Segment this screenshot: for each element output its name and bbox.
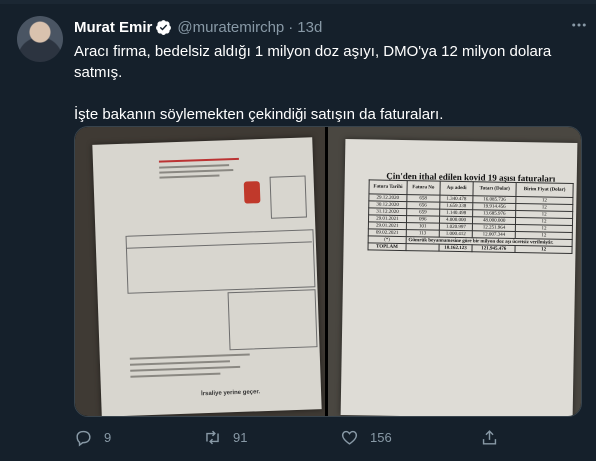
separator-dot: · [288,18,294,36]
invoice-photo-left[interactable]: İrsaliye yerine geçer. [75,127,325,416]
column-header: Birim Fiyat (Dolar) [516,182,574,198]
table-cell: 10.162.123 [438,244,473,252]
tweet-text: Aracı firma, bedelsiz aldığı 1 milyon do… [74,41,584,125]
tweet-actions: 9 91 156 [74,425,584,449]
author-handle[interactable]: @muratemirchp [177,19,284,36]
text-line [130,365,241,372]
reply-button[interactable]: 9 [74,425,111,449]
tweet-card[interactable]: Murat Emir @muratemirchp · 13d Aracı fir… [0,4,596,461]
company-logo [243,181,261,204]
table-cell: TOPLAM [367,242,406,251]
like-count: 156 [370,429,392,445]
avatar[interactable] [17,16,63,62]
reply-icon [76,430,91,446]
retweet-icon [206,430,219,444]
author-name[interactable]: Murat Emir [74,19,152,36]
tweet-text-line: İşte bakanın söylemekten çekindiği satış… [74,106,444,123]
more-options-icon[interactable] [568,14,590,36]
invoice-totals-box [227,289,318,351]
text-line [159,164,230,169]
text-line [159,174,220,179]
tweet-media[interactable]: İrsaliye yerine geçer. Çin'den ithal edi… [74,126,582,417]
invoice-info-box [269,175,307,219]
like-button[interactable]: 156 [340,425,392,449]
column-header: Fatura Tarihi [368,179,407,195]
invoice-summary-sheet: Çin'den ithal edilen kovid 19 aşısı fatu… [340,138,578,416]
tweet-header: Murat Emir @muratemirchp · 13d [74,17,322,37]
retweet-count: 91 [233,429,248,445]
invoice-photo-right[interactable]: Çin'den ithal edilen kovid 19 aşısı fatu… [328,127,581,416]
table-cell [405,243,439,252]
text-line [129,353,250,360]
share-button[interactable] [480,425,499,449]
text-line [129,360,230,366]
reply-count: 9 [104,429,112,445]
column-header: Fatura No [406,180,440,196]
invoice-items-table [125,229,316,294]
company-header-line [158,157,239,163]
text-line [159,169,234,174]
verified-badge-icon [156,19,172,35]
tweet-timestamp[interactable]: 13d [297,19,322,36]
table-cell: 12 [515,245,573,254]
table-cell: 121.945.476 [472,244,516,253]
tweet-text-line: Aracı firma, bedelsiz aldığı 1 milyon do… [74,43,552,81]
invoice-document: İrsaliye yerine geçer. [92,137,322,416]
text-line [130,372,221,378]
like-icon [341,430,358,445]
retweet-button[interactable]: 91 [203,425,247,449]
invoice-footer-text: İrsaliye yerine geçer. [200,389,261,398]
share-icon [482,429,497,445]
column-header: Tutarı (Dolar) [473,181,517,197]
invoice-summary-table: Fatura Tarihi Fatura No Aşı adedi Tutarı… [367,179,574,254]
column-header: Aşı adedi [439,181,474,196]
